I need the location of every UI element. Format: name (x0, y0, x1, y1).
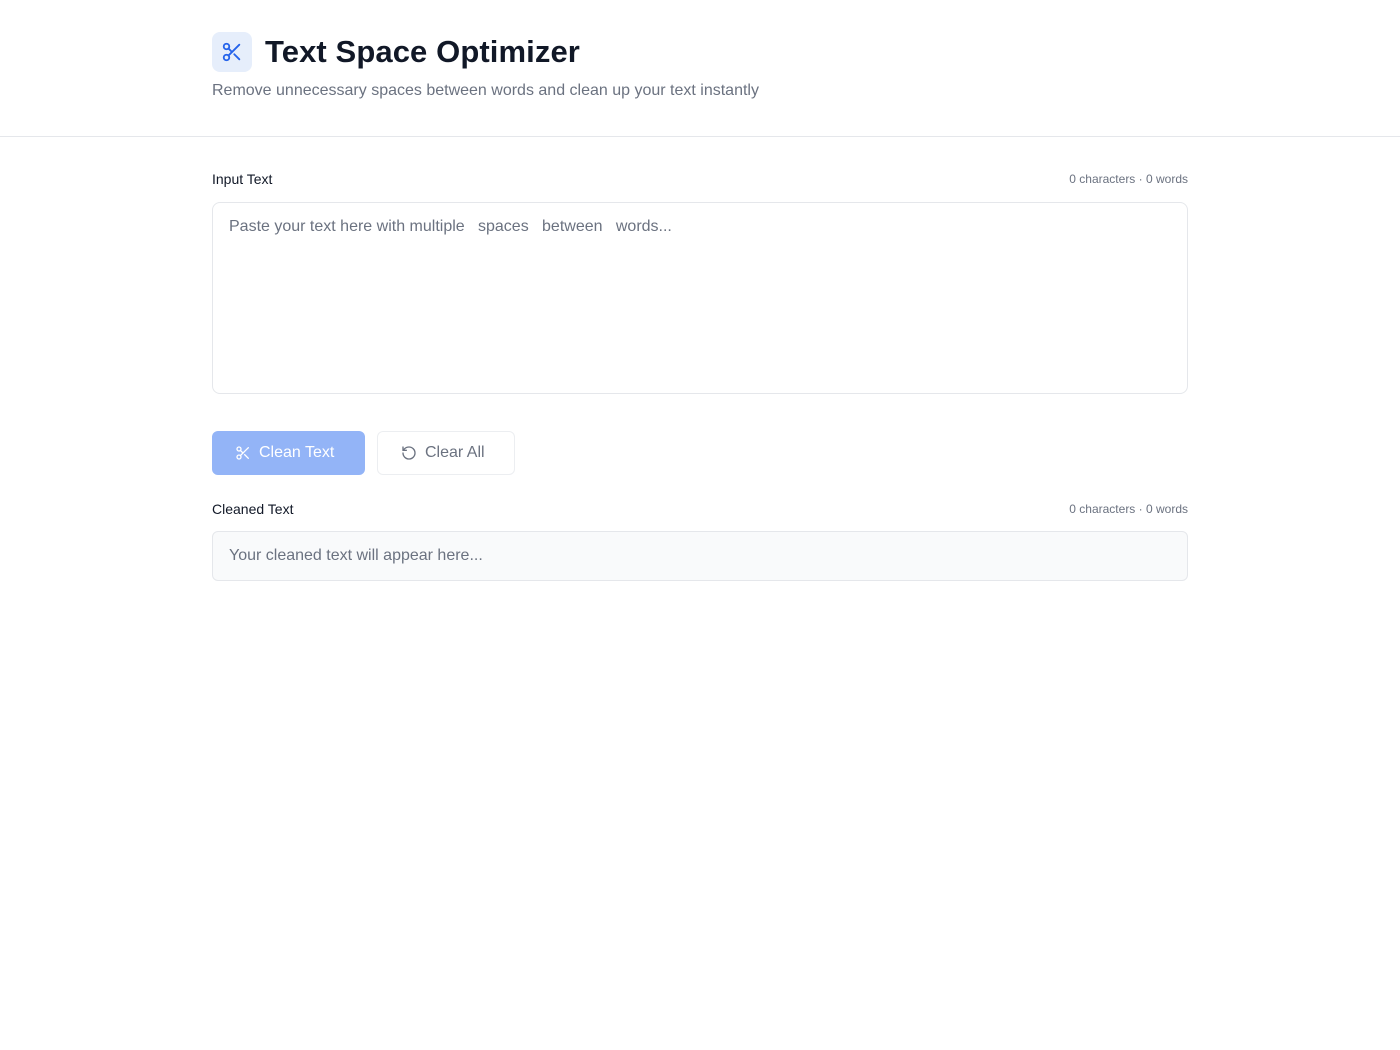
main-content: Input Text 0 characters · 0 words Clean … (212, 137, 1188, 581)
output-label-row: Cleaned Text 0 characters · 0 words (212, 499, 1188, 519)
app-header: Text Space Optimizer Remove unnecessary … (0, 0, 1400, 137)
clear-all-button[interactable]: Clear All (377, 430, 515, 475)
scissors-icon (221, 41, 243, 63)
clean-text-button[interactable]: Clean Text (212, 430, 365, 475)
output-text-box[interactable]: Your cleaned text will appear here... (212, 531, 1188, 581)
logo (212, 32, 252, 72)
output-label: Cleaned Text (212, 501, 294, 517)
output-section: Cleaned Text 0 characters · 0 words Your… (212, 499, 1188, 581)
rotate-ccw-icon (401, 445, 417, 461)
input-textarea[interactable] (212, 202, 1188, 394)
title-row: Text Space Optimizer (212, 32, 1188, 72)
page-subtitle: Remove unnecessary spaces between words … (212, 82, 759, 99)
output-placeholder: Your cleaned text will appear here... (229, 547, 483, 564)
input-counter: 0 characters · 0 words (1069, 172, 1188, 186)
input-label: Input Text (212, 171, 273, 187)
header-content: Text Space Optimizer Remove unnecessary … (212, 32, 1188, 100)
scissors-icon (235, 445, 251, 461)
input-section: Input Text 0 characters · 0 words (212, 169, 1188, 399)
page-title: Text Space Optimizer (265, 34, 580, 69)
clean-text-label: Clean Text (259, 443, 335, 461)
clear-all-label: Clear All (425, 443, 485, 461)
action-buttons: Clean Text Clear All (212, 430, 1188, 475)
input-label-row: Input Text 0 characters · 0 words (212, 169, 1188, 189)
output-counter: 0 characters · 0 words (1069, 502, 1188, 516)
